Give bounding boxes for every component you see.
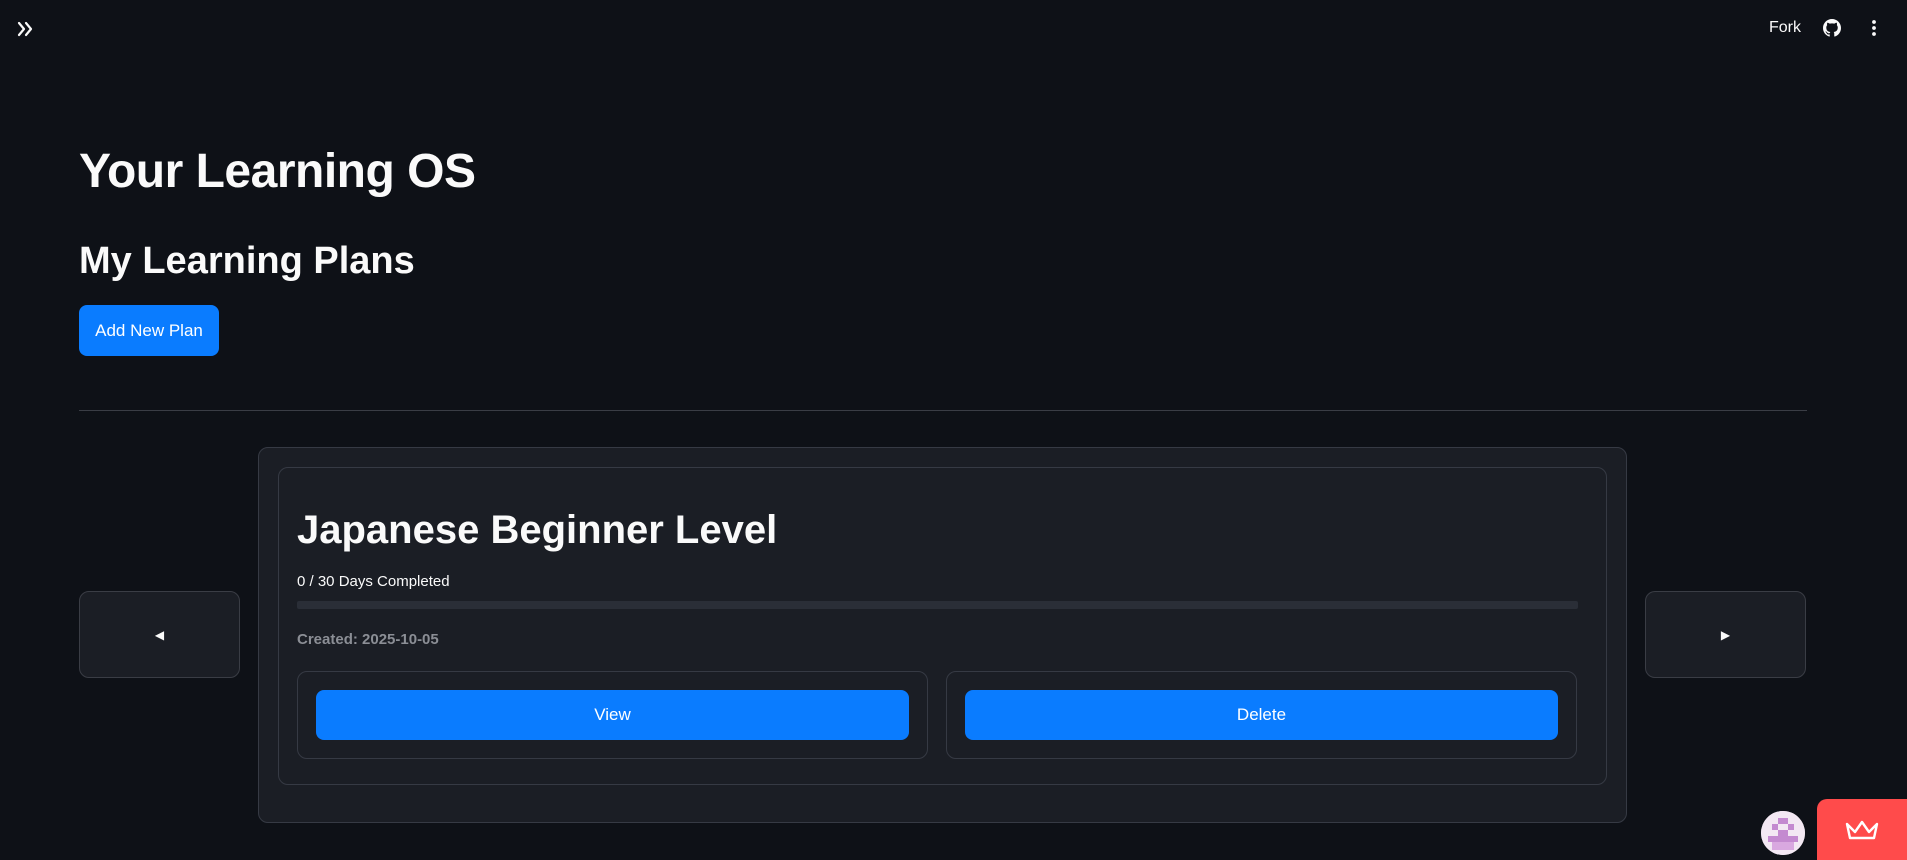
view-button[interactable]: View	[316, 690, 909, 740]
avatar-pattern-icon	[1761, 811, 1805, 855]
triangle-left-icon: ◀	[154, 627, 165, 642]
created-date: Created: 2025-10-05	[297, 631, 439, 648]
main-menu-button[interactable]	[1863, 17, 1885, 39]
delete-button-container: Delete	[946, 671, 1577, 759]
divider	[79, 410, 1807, 411]
avatar[interactable]	[1761, 811, 1805, 855]
section-title: My Learning Plans	[79, 240, 415, 282]
toolbar: Fork	[1769, 16, 1885, 40]
double-chevron-right-icon	[17, 21, 33, 37]
sidebar-toggle-button[interactable]	[14, 18, 36, 40]
carousel-next-button[interactable]: ▶	[1645, 591, 1806, 678]
fork-link[interactable]: Fork	[1769, 19, 1801, 37]
plan-card: Japanese Beginner Level 0 / 30 Days Comp…	[278, 467, 1607, 785]
carousel-prev-button[interactable]: ◀	[79, 591, 240, 678]
progress-bar	[297, 601, 1578, 609]
vertical-dots-icon	[1872, 20, 1876, 36]
github-icon	[1823, 19, 1841, 37]
view-button-container: View	[297, 671, 928, 759]
plan-title: Japanese Beginner Level	[297, 508, 778, 552]
plan-carousel-card: Japanese Beginner Level 0 / 30 Days Comp…	[258, 447, 1627, 823]
page-title: Your Learning OS	[79, 145, 476, 198]
streamlit-badge[interactable]	[1817, 799, 1907, 860]
add-new-plan-button[interactable]: Add New Plan	[79, 305, 219, 356]
progress-text: 0 / 30 Days Completed	[297, 573, 450, 590]
delete-button[interactable]: Delete	[965, 690, 1558, 740]
github-button[interactable]	[1821, 17, 1843, 39]
triangle-right-icon: ▶	[1720, 627, 1731, 642]
crown-icon	[1845, 820, 1879, 839]
